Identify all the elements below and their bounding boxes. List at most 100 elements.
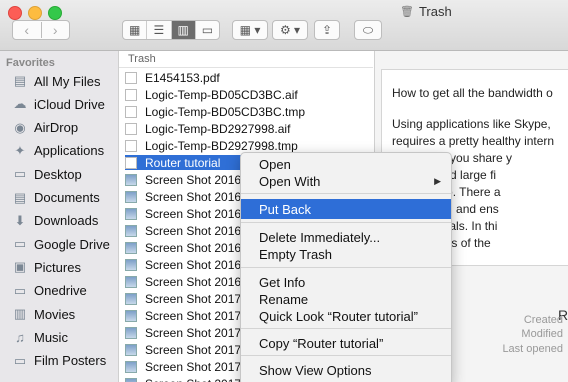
minimize-button[interactable] xyxy=(28,6,42,20)
sidebar-item-label: Film Posters xyxy=(34,353,107,369)
menu-item-show-view-options[interactable]: Show View Options xyxy=(241,361,451,379)
menu-item-put-back[interactable]: Put Back xyxy=(241,199,451,219)
sidebar-item-label: Desktop xyxy=(34,166,82,182)
file-row[interactable]: Logic-Temp-BD2927998.tmp xyxy=(125,138,365,153)
sidebar-item-label: Downloads xyxy=(34,213,99,229)
forward-button[interactable]: › xyxy=(42,22,70,38)
file-name: Screen Shot 2016- xyxy=(145,274,246,289)
file-name: Screen Shot 2017- xyxy=(145,359,246,374)
film-posters-icon: ▭ xyxy=(13,352,27,368)
file-name: Router tutorial xyxy=(145,155,221,170)
column-view-icon[interactable]: ▥ xyxy=(171,21,196,39)
google-drive-icon: ▭ xyxy=(13,236,27,252)
sidebar-item-desktop[interactable]: ▭ Desktop xyxy=(0,163,118,185)
sidebar-item-all-my-files[interactable]: ▤ All My Files xyxy=(0,70,118,92)
file-row[interactable]: Logic-Temp-BD05CD3BC.tmp xyxy=(125,104,365,119)
sidebar: Favorites ▤ All My Files ☁ iCloud Drive ◉ Air… xyxy=(0,51,119,382)
image-file-icon xyxy=(125,224,137,237)
sidebar-item-airdrop[interactable]: ◉ AirDrop xyxy=(0,117,118,139)
menu-item-get-info[interactable]: Get Info xyxy=(241,273,451,291)
trash-icon: 🗑 xyxy=(400,5,414,18)
sidebar-item-google-drive[interactable]: ▭ Google Drive xyxy=(0,233,118,255)
back-button[interactable]: ‹ xyxy=(13,22,42,38)
list-view-icon[interactable]: ☰ xyxy=(147,21,172,39)
sidebar-heading: Favorites xyxy=(6,57,55,69)
movies-icon: ▥ xyxy=(13,306,27,321)
sidebar-item-movies[interactable]: ▥ Movies xyxy=(0,303,118,325)
menu-item-rename[interactable]: Rename xyxy=(241,290,451,308)
menu-item-copy-router-tutorial[interactable]: Copy “Router tutorial” xyxy=(241,334,451,352)
document-file-icon xyxy=(125,139,137,152)
sidebar-item-applications[interactable]: ✦ Applications xyxy=(0,140,118,162)
share-button[interactable]: ⇪ xyxy=(314,20,340,40)
menu-item-delete-immediately[interactable]: Delete Immediately... xyxy=(241,228,451,246)
file-name: Logic-Temp-BD2927998.aif xyxy=(145,121,291,136)
menu-item-open-with[interactable]: Open With ▶ xyxy=(241,172,451,190)
cover-flow-icon[interactable]: ▭ xyxy=(196,21,219,39)
icloud-drive-icon: ☁ xyxy=(13,96,27,112)
menu-item-label: Quick Look “Router tutorial” xyxy=(259,308,418,324)
sidebar-item-icloud-drive[interactable]: ☁ iCloud Drive xyxy=(0,93,118,115)
menu-separator xyxy=(241,328,451,329)
arrange-button[interactable]: ▦ ▾ xyxy=(232,20,268,40)
submenu-arrow-icon: ▶ xyxy=(434,175,441,186)
file-row[interactable]: E1454153.pdf xyxy=(125,70,365,85)
file-name: E1454153.pdf xyxy=(145,70,220,85)
sidebar-item-label: iCloud Drive xyxy=(34,96,105,112)
tag-button[interactable]: ⬭ xyxy=(354,20,382,40)
sidebar-item-film-posters[interactable]: ▭ Film Posters xyxy=(0,350,118,372)
sidebar-item-onedrive[interactable]: ▭ Onedrive xyxy=(0,280,118,302)
menu-separator xyxy=(241,355,451,356)
menu-item-empty-trash[interactable]: Empty Trash xyxy=(241,245,451,263)
image-file-icon xyxy=(125,309,137,322)
file-name: Logic-Temp-BD05CD3BC.aif xyxy=(145,87,298,102)
image-file-icon xyxy=(125,360,137,373)
document-file-icon xyxy=(125,71,137,84)
sidebar-item-pictures[interactable]: ▣ Pictures xyxy=(0,256,118,278)
file-name: Screen Shot 2017- xyxy=(145,308,246,323)
document-file-icon xyxy=(125,105,137,118)
image-file-icon xyxy=(125,326,137,339)
image-file-icon xyxy=(125,377,137,382)
menu-item-label: Open xyxy=(259,156,291,172)
action-gear-button[interactable]: ⚙ ▾ xyxy=(272,20,308,40)
sidebar-item-label: Pictures xyxy=(34,259,81,275)
menu-separator xyxy=(241,193,451,194)
sidebar-item-label: Onedrive xyxy=(34,283,87,299)
menu-item-quick-look-router-tutorial[interactable]: Quick Look “Router tutorial” xyxy=(241,307,451,325)
column-divider xyxy=(119,67,373,68)
pictures-icon: ▣ xyxy=(13,259,27,275)
finder-window: 🗑 Trash ‹ › ▦ ☰ ▥ ▭ ▦ ▾ ⚙ ▾ ⇪ ⬭ Favorite… xyxy=(0,0,568,382)
icon-view-icon[interactable]: ▦ xyxy=(123,21,148,39)
menu-item-open[interactable]: Open xyxy=(241,155,451,173)
zoom-button[interactable] xyxy=(48,6,62,20)
menu-item-label: Rename xyxy=(259,291,309,307)
sidebar-item-label: Music xyxy=(34,329,68,345)
sidebar-item-label: Google Drive xyxy=(34,236,110,252)
sidebar-item-documents[interactable]: ▤ Documents xyxy=(0,187,118,209)
image-file-icon xyxy=(125,241,137,254)
documents-icon: ▤ xyxy=(13,189,27,205)
image-file-icon xyxy=(125,258,137,271)
sidebar-item-downloads[interactable]: ⬇ Downloads xyxy=(0,210,118,232)
close-button[interactable] xyxy=(8,6,22,20)
all-my-files-icon: ▤ xyxy=(13,73,27,88)
menu-item-label: Empty Trash xyxy=(259,246,332,262)
menu-item-label: Delete Immediately... xyxy=(259,229,381,245)
file-row[interactable]: Logic-Temp-BD05CD3BC.aif xyxy=(125,87,365,102)
file-name: Screen Shot 2016- xyxy=(145,257,246,272)
applications-icon: ✦ xyxy=(14,142,26,158)
menu-item-label: Show View Options xyxy=(259,362,372,378)
file-name: Screen Shot 2016- xyxy=(145,172,246,187)
file-name: Screen Shot 2017- xyxy=(145,325,246,340)
image-file-icon xyxy=(125,207,137,220)
sidebar-item-label: Documents xyxy=(34,190,100,205)
onedrive-icon: ▭ xyxy=(13,282,27,298)
file-row[interactable]: Logic-Temp-BD2927998.aif xyxy=(125,121,365,136)
sidebar-item-music[interactable]: ♫ Music xyxy=(0,326,118,348)
file-name: Logic-Temp-BD2927998.tmp xyxy=(145,138,298,153)
image-file-icon xyxy=(125,190,137,203)
view-mode-control: ▦ ☰ ▥ ▭ xyxy=(122,20,220,40)
image-file-icon xyxy=(125,275,137,288)
menu-separator xyxy=(241,222,451,223)
